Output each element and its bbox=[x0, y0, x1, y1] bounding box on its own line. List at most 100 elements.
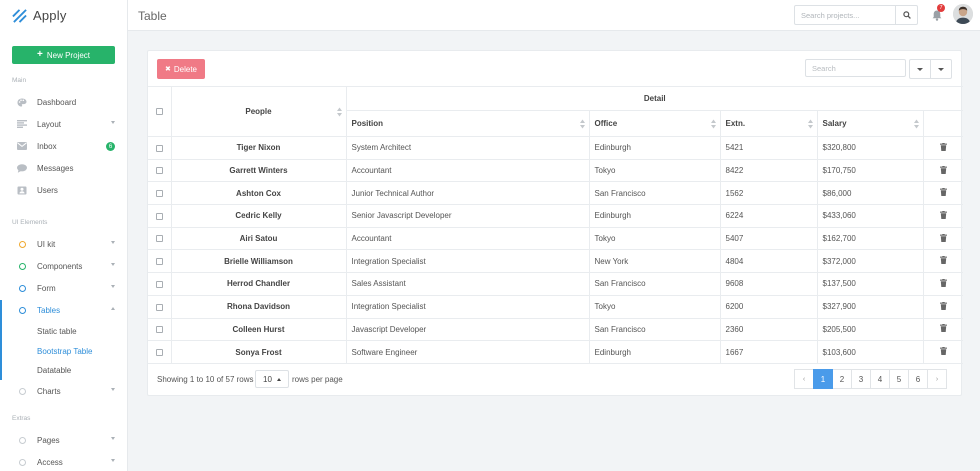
circle-icon bbox=[16, 306, 28, 314]
cell-position: Integration Specialist bbox=[345, 249, 590, 274]
section-label-extras: Extras bbox=[12, 415, 31, 422]
select-all-cell bbox=[148, 86, 172, 137]
page-button-5[interactable]: 5 bbox=[889, 369, 909, 389]
cell-extn: 8422 bbox=[719, 158, 818, 183]
column-header-people[interactable]: People bbox=[170, 86, 347, 137]
circle-icon bbox=[16, 436, 28, 444]
cell-name: Tiger Nixon bbox=[170, 136, 347, 160]
sidebar-item-users[interactable]: Users bbox=[0, 181, 127, 199]
cell-extn: 1562 bbox=[719, 181, 818, 206]
sort-icon bbox=[336, 107, 342, 116]
project-search-input[interactable] bbox=[795, 6, 895, 24]
cell-position: Accountant bbox=[345, 226, 590, 251]
page-button-6[interactable]: 6 bbox=[908, 369, 928, 389]
pagination-info: Showing 1 to 10 of 57 rows bbox=[157, 375, 254, 384]
table-body: Tiger Nixon System Architect Edinburgh 5… bbox=[148, 136, 964, 364]
chevron-down-icon bbox=[111, 285, 115, 288]
avatar[interactable] bbox=[953, 4, 973, 24]
page-button-1[interactable]: 1 bbox=[813, 369, 833, 389]
page-size-dropdown[interactable]: 10 bbox=[255, 370, 289, 388]
sidebar-subitem-bootstrap-table[interactable]: Bootstrap Table bbox=[0, 342, 127, 360]
table-search-input[interactable] bbox=[805, 59, 906, 77]
row-checkbox[interactable] bbox=[155, 212, 163, 220]
cell-salary: $372,000 bbox=[816, 249, 924, 274]
column-header-position[interactable]: Position bbox=[346, 110, 590, 137]
page-button-2[interactable]: 2 bbox=[832, 369, 852, 389]
brand[interactable]: Apply bbox=[0, 0, 127, 30]
section-label-main: Main bbox=[12, 77, 27, 84]
sidebar-item-messages[interactable]: Messages bbox=[0, 159, 127, 177]
sidebar-item-layout[interactable]: Layout bbox=[0, 115, 127, 133]
sidebar-item-tables[interactable]: Tables bbox=[0, 301, 127, 319]
trash-icon[interactable] bbox=[939, 233, 947, 242]
sidebar-item-ui-kit[interactable]: UI kit bbox=[0, 235, 127, 253]
sidebar-item-inbox[interactable]: Inbox 6 bbox=[0, 137, 127, 155]
cell-name: Airi Satou bbox=[170, 226, 347, 251]
trash-icon[interactable] bbox=[939, 347, 947, 356]
row-checkbox[interactable] bbox=[155, 348, 163, 356]
trash-icon[interactable] bbox=[939, 324, 947, 333]
page-next-button[interactable]: › bbox=[927, 369, 947, 389]
cell-salary: $137,500 bbox=[816, 272, 924, 296]
sidebar-subitem-static-table[interactable]: Static table bbox=[0, 322, 127, 340]
cell-name: Herrod Chandler bbox=[170, 272, 347, 296]
column-header-extn[interactable]: Extn. bbox=[719, 110, 818, 137]
column-header-salary[interactable]: Salary bbox=[816, 110, 924, 137]
trash-icon[interactable] bbox=[939, 165, 947, 174]
page-button-3[interactable]: 3 bbox=[851, 369, 871, 389]
circle-icon bbox=[16, 458, 28, 466]
trash-icon[interactable] bbox=[939, 256, 947, 265]
column-header-office[interactable]: Office bbox=[588, 110, 721, 137]
cell-position: Javascript Developer bbox=[345, 317, 590, 342]
sidebar-item-form[interactable]: Form bbox=[0, 279, 127, 297]
inbox-count-badge: 6 bbox=[106, 142, 115, 151]
column-header-label: Salary bbox=[822, 119, 847, 128]
sidebar-item-charts[interactable]: Charts bbox=[0, 382, 127, 400]
delete-button[interactable]: ✖ Delete bbox=[157, 59, 205, 79]
table-card: ✖ Delete People Detail bbox=[147, 50, 964, 396]
page-prev-button[interactable]: ‹ bbox=[794, 369, 814, 389]
cell-salary: $103,600 bbox=[816, 340, 924, 364]
chevron-down-icon bbox=[938, 67, 944, 71]
table-row: Colleen Hurst Javascript Developer San F… bbox=[148, 317, 964, 342]
trash-icon[interactable] bbox=[939, 210, 947, 219]
sidebar-item-label: Messages bbox=[37, 163, 74, 173]
sidebar-item-dashboard[interactable]: Dashboard bbox=[0, 93, 127, 111]
brand-logo-icon bbox=[12, 8, 27, 23]
cell-position: Integration Specialist bbox=[345, 294, 590, 319]
cell-position: System Architect bbox=[345, 136, 590, 160]
trash-icon[interactable] bbox=[939, 142, 947, 151]
sidebar: Apply + New Project Main Dashboard Layou… bbox=[0, 0, 128, 471]
row-checkbox[interactable] bbox=[155, 303, 163, 311]
new-project-button[interactable]: + New Project bbox=[12, 46, 115, 64]
table-row: Garrett Winters Accountant Tokyo 8422 $1… bbox=[148, 158, 964, 183]
chevron-down-icon bbox=[111, 121, 115, 124]
notification-badge: 7 bbox=[937, 4, 945, 12]
row-checkbox[interactable] bbox=[155, 280, 163, 288]
trash-icon[interactable] bbox=[939, 301, 947, 310]
trash-icon[interactable] bbox=[939, 188, 947, 197]
search-button[interactable] bbox=[895, 6, 917, 24]
sidebar-item-components[interactable]: Components bbox=[0, 257, 127, 275]
trash-icon[interactable] bbox=[939, 278, 947, 287]
row-checkbox[interactable] bbox=[155, 326, 163, 334]
export-dropdown-button[interactable] bbox=[930, 59, 952, 79]
page-button-4[interactable]: 4 bbox=[870, 369, 890, 389]
columns-dropdown-button[interactable] bbox=[909, 59, 931, 79]
row-checkbox[interactable] bbox=[155, 258, 163, 266]
sidebar-item-pages[interactable]: Pages bbox=[0, 431, 127, 449]
row-checkbox[interactable] bbox=[155, 235, 163, 243]
cell-name: Cedric Kelly bbox=[170, 204, 347, 228]
sidebar-item-access[interactable]: Access bbox=[0, 453, 127, 471]
row-checkbox[interactable] bbox=[155, 167, 163, 175]
cell-extn: 6200 bbox=[719, 294, 818, 319]
cell-extn: 1667 bbox=[719, 340, 818, 364]
row-checkbox[interactable] bbox=[155, 144, 163, 152]
sidebar-item-label: Components bbox=[37, 261, 83, 271]
sidebar-subitem-datatable[interactable]: Datatable bbox=[0, 361, 127, 379]
cell-salary: $205,500 bbox=[816, 317, 924, 342]
cell-extn: 9608 bbox=[719, 272, 818, 296]
cell-office: New York bbox=[588, 249, 721, 274]
select-all-checkbox[interactable] bbox=[155, 108, 163, 116]
row-checkbox[interactable] bbox=[155, 190, 163, 198]
